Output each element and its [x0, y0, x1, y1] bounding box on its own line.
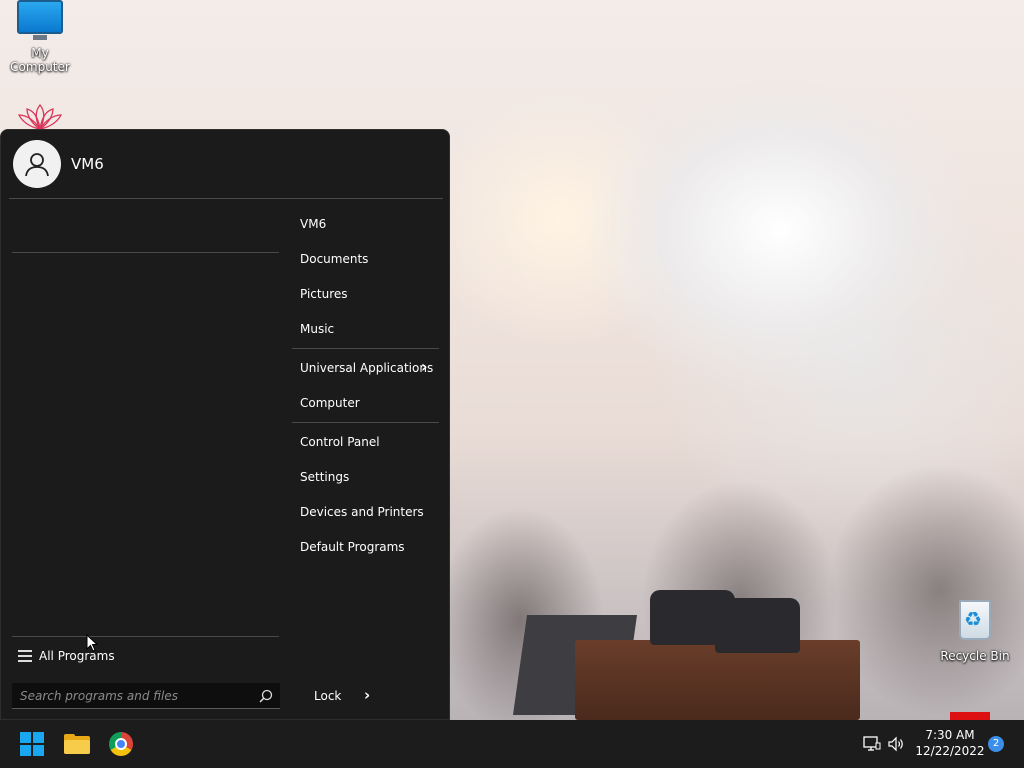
start-menu: VM6 VM6 Documents Pictures Music Univers… — [0, 129, 450, 720]
search-box[interactable] — [12, 683, 280, 709]
lock-button[interactable]: Lock — [314, 689, 341, 703]
places-divider — [292, 422, 439, 423]
list-icon — [18, 650, 32, 662]
menu-item-control-panel[interactable]: Control Panel — [300, 435, 380, 449]
taskbar: 7:30 AM 12/22/2022 2 — [0, 720, 1024, 768]
lotus-icon — [17, 103, 63, 129]
recycle-bin-icon — [959, 600, 991, 640]
windows-logo-icon — [20, 732, 44, 756]
all-programs-button[interactable]: All Programs — [18, 649, 115, 663]
left-pane-bottom-divider — [12, 636, 279, 637]
all-programs-label: All Programs — [39, 649, 115, 663]
menu-item-settings[interactable]: Settings — [300, 470, 349, 484]
menu-item-default-programs[interactable]: Default Programs — [300, 540, 405, 554]
power-options-arrow-icon[interactable]: › — [364, 686, 370, 704]
wallpaper-red-object — [950, 712, 990, 720]
taskbar-clock[interactable]: 7:30 AM 12/22/2022 — [912, 727, 988, 759]
mouse-cursor-icon — [86, 634, 98, 652]
user-icon — [25, 153, 49, 177]
start-button[interactable] — [17, 729, 47, 759]
places-divider — [292, 348, 439, 349]
desktop-icon-lotus[interactable] — [0, 103, 80, 132]
monitor-icon — [17, 0, 63, 40]
desktop-icon-recycle-bin[interactable]: Recycle Bin — [935, 600, 1015, 663]
user-name: VM6 — [71, 155, 104, 173]
user-avatar[interactable] — [13, 140, 61, 188]
folder-icon — [64, 734, 90, 754]
file-explorer-button[interactable] — [62, 729, 92, 759]
chrome-icon — [109, 732, 133, 756]
wallpaper-phone — [715, 598, 800, 653]
search-icon[interactable] — [259, 689, 273, 703]
chevron-right-icon: › — [421, 357, 428, 376]
desktop-icon-my-computer[interactable]: My Computer — [0, 0, 80, 74]
chrome-button[interactable] — [106, 729, 136, 759]
menu-item-music[interactable]: Music — [300, 322, 334, 336]
menu-item-user-folder[interactable]: VM6 — [300, 217, 326, 231]
notification-badge[interactable]: 2 — [988, 736, 1004, 752]
left-pane-divider — [12, 252, 279, 253]
network-icon[interactable] — [863, 735, 881, 753]
speaker-icon[interactable] — [887, 735, 905, 753]
menu-item-pictures[interactable]: Pictures — [300, 287, 348, 301]
desktop-icon-label: My Computer — [10, 46, 70, 74]
menu-item-universal-applications[interactable]: Universal Applications — [300, 361, 433, 375]
menu-item-devices-and-printers[interactable]: Devices and Printers — [300, 505, 424, 519]
clock-date: 12/22/2022 — [915, 744, 985, 758]
header-divider — [9, 198, 443, 199]
desktop-icon-label: Recycle Bin — [940, 649, 1010, 663]
clock-time: 7:30 AM — [925, 728, 975, 742]
search-input[interactable] — [20, 687, 250, 705]
menu-item-documents[interactable]: Documents — [300, 252, 368, 266]
menu-item-computer[interactable]: Computer — [300, 396, 360, 410]
user-header[interactable]: VM6 — [13, 140, 104, 188]
